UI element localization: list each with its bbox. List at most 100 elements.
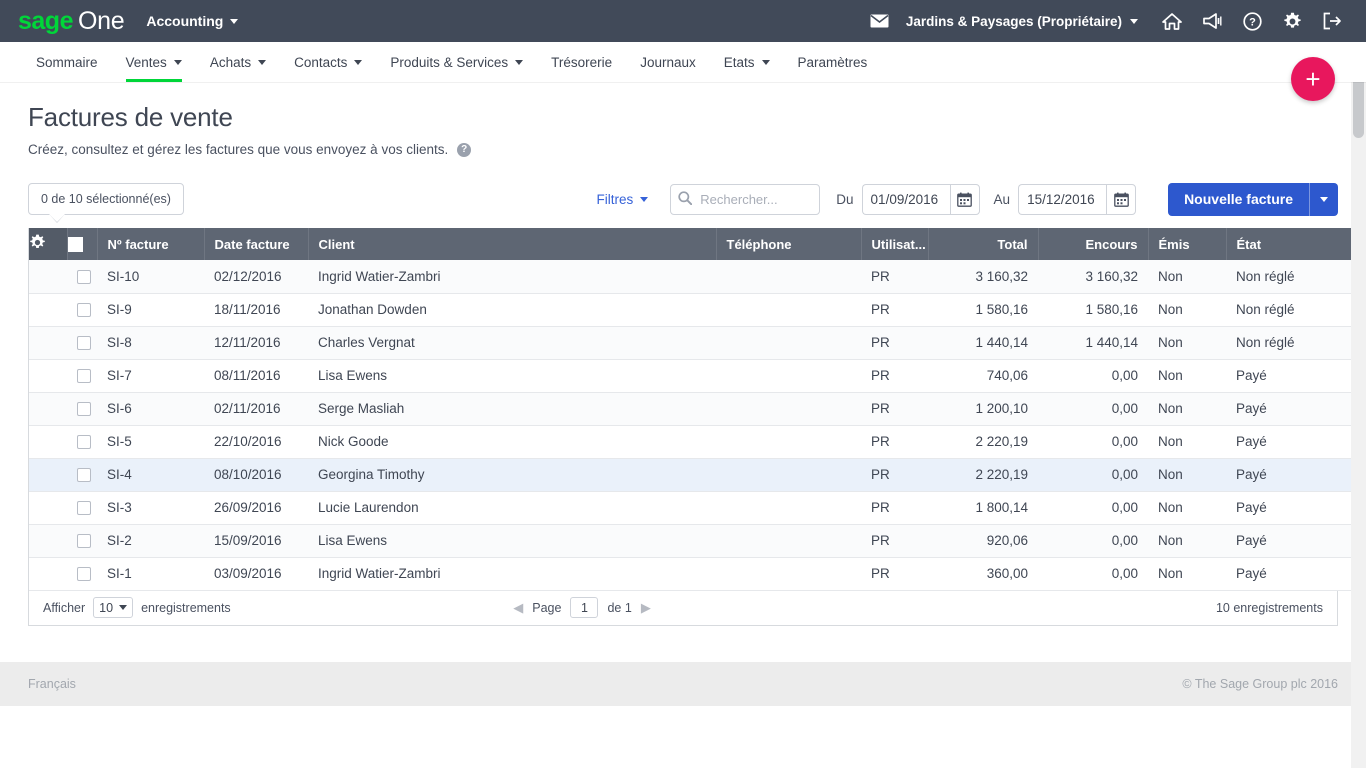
table-row[interactable]: SI-4 08/10/2016 Georgina Timothy PR 2 220,19… [29, 458, 1366, 492]
nav-item-tresorerie[interactable]: Trésorerie [537, 42, 626, 82]
nav-item-ventes[interactable]: Ventes [112, 42, 196, 82]
row-select-cell[interactable] [67, 326, 97, 360]
row-gear-cell [29, 425, 67, 459]
search-input[interactable] [670, 183, 821, 215]
page-number-input[interactable]: 1 [570, 597, 599, 618]
row-select-cell[interactable] [67, 491, 97, 525]
table-row[interactable]: SI-10 02/12/2016 Ingrid Watier-Zambri PR 3 1… [29, 260, 1366, 294]
nav-label: Contacts [294, 54, 348, 70]
help-icon[interactable]: ? [1232, 0, 1272, 42]
row-checkbox[interactable] [77, 534, 91, 549]
nav-item-achats[interactable]: Achats [196, 42, 280, 82]
row-select-cell[interactable] [67, 425, 97, 459]
nav-item-parametres[interactable]: Paramètres [784, 42, 882, 82]
calendar-icon[interactable] [1106, 183, 1137, 215]
column-header-emis[interactable]: Émis [1148, 228, 1227, 260]
row-select-cell[interactable] [67, 392, 97, 426]
cell-utilisateur: PR [861, 359, 928, 393]
row-gear-cell [29, 293, 67, 327]
language-selector[interactable]: Français [28, 677, 76, 691]
column-header-date[interactable]: Date facture [204, 228, 309, 260]
copyright-text: © The Sage Group plc 2016 [1182, 677, 1338, 691]
page-scrollbar[interactable] [1351, 42, 1366, 768]
mail-icon[interactable] [860, 0, 900, 42]
row-checkbox[interactable] [77, 336, 91, 351]
module-selector[interactable]: Accounting [146, 14, 239, 28]
row-checkbox[interactable] [77, 303, 91, 318]
select-all-header[interactable] [67, 228, 98, 260]
table-row[interactable]: SI-2 15/09/2016 Lisa Ewens PR 920,06 0,00 Non P… [29, 524, 1366, 558]
next-page-button[interactable]: ▶ [641, 601, 651, 614]
table-row[interactable]: SI-5 22/10/2016 Nick Goode PR 2 220,19 0,00 No… [29, 425, 1366, 459]
column-header-encours[interactable]: Encours [1038, 228, 1149, 260]
row-select-cell[interactable] [67, 524, 97, 558]
cell-utilisateur: PR [861, 491, 928, 525]
cell-utilisateur: PR [861, 458, 928, 492]
row-checkbox[interactable] [77, 402, 91, 417]
cell-total: 2 220,19 [928, 458, 1038, 492]
logo-one-text: One [77, 6, 125, 35]
nav-item-journaux[interactable]: Journaux [626, 42, 710, 82]
nav-label: Trésorerie [551, 54, 613, 70]
select-all-checkbox[interactable] [67, 237, 83, 253]
home-icon[interactable] [1152, 0, 1192, 42]
new-invoice-dropdown-button[interactable] [1309, 182, 1338, 216]
row-checkbox[interactable] [77, 269, 91, 284]
cell-encours: 0,00 [1038, 392, 1148, 426]
date-from-input[interactable] [861, 183, 950, 215]
column-header-total[interactable]: Total [928, 228, 1039, 260]
cell-emis: Non [1148, 392, 1226, 426]
cell-encours: 0,00 [1038, 458, 1148, 492]
row-select-cell[interactable] [67, 293, 97, 327]
cell-etat: Payé [1226, 524, 1366, 558]
column-header-etat[interactable]: État [1226, 228, 1366, 260]
row-select-cell[interactable] [67, 557, 97, 591]
cell-etat: Non réglé [1226, 260, 1366, 294]
cell-date: 08/11/2016 [204, 359, 308, 393]
page-title: Factures de vente [28, 102, 233, 132]
table-row[interactable]: SI-9 18/11/2016 Jonathan Dowden PR 1 580,16 1… [29, 293, 1366, 327]
cell-etat: Non réglé [1226, 293, 1366, 327]
sage-one-logo[interactable]: sage One [18, 6, 125, 35]
table-row[interactable]: SI-6 02/11/2016 Serge Masliah PR 1 200,10 0,0… [29, 392, 1366, 426]
page-size-select[interactable]: 10 [93, 597, 134, 618]
add-new-fab-button[interactable]: + [1291, 57, 1335, 101]
column-header-numero[interactable]: Nº facture [97, 228, 205, 260]
page-size-value: 10 [99, 600, 114, 615]
nav-item-contacts[interactable]: Contacts [280, 42, 376, 82]
date-to-input[interactable] [1018, 183, 1107, 215]
table-row[interactable]: SI-1 03/09/2016 Ingrid Watier-Zambri PR 360,… [29, 557, 1366, 591]
new-invoice-button[interactable]: Nouvelle facture [1168, 182, 1309, 216]
column-header-telephone[interactable]: Téléphone [716, 228, 862, 260]
gear-icon[interactable] [1272, 0, 1312, 42]
cell-encours: 1 440,14 [1038, 326, 1148, 360]
table-row[interactable]: SI-7 08/11/2016 Lisa Ewens PR 740,06 0,00 Non P… [29, 359, 1366, 393]
row-select-cell[interactable] [67, 359, 97, 393]
row-checkbox[interactable] [77, 468, 91, 483]
row-select-cell[interactable] [67, 458, 97, 492]
nav-item-produits-services[interactable]: Produits & Services [376, 42, 537, 82]
table-header: Nº facture Date facture Client Téléphone… [29, 228, 1366, 260]
logout-icon[interactable] [1312, 0, 1352, 42]
table-row[interactable]: SI-8 12/11/2016 Charles Vergnat PR 1 440,14 1… [29, 326, 1366, 360]
filters-button[interactable]: Filtres [597, 192, 649, 207]
nav-item-etats[interactable]: Etats [710, 42, 784, 82]
row-select-cell[interactable] [67, 260, 97, 294]
row-gear-cell [29, 557, 67, 591]
column-header-utilisateur[interactable]: Utilisat... [861, 228, 929, 260]
column-settings-button[interactable] [29, 228, 68, 260]
row-checkbox[interactable] [77, 501, 91, 516]
calendar-icon[interactable] [949, 183, 980, 215]
row-checkbox[interactable] [77, 369, 91, 384]
row-checkbox[interactable] [77, 435, 91, 450]
nav-item-sommaire[interactable]: Sommaire [22, 42, 112, 82]
main-navigation: Sommaire Ventes Achats Contacts Produits… [0, 42, 1366, 82]
previous-page-button[interactable]: ◀ [513, 601, 523, 614]
megaphone-icon[interactable] [1192, 0, 1232, 42]
cell-total: 2 220,19 [928, 425, 1038, 459]
company-selector[interactable]: Jardins & Paysages (Propriétaire) [906, 14, 1138, 29]
help-icon[interactable]: ? [457, 142, 472, 157]
row-checkbox[interactable] [77, 567, 91, 582]
column-header-client[interactable]: Client [308, 228, 717, 260]
table-row[interactable]: SI-3 26/09/2016 Lucie Laurendon PR 1 800,14 0… [29, 491, 1366, 525]
